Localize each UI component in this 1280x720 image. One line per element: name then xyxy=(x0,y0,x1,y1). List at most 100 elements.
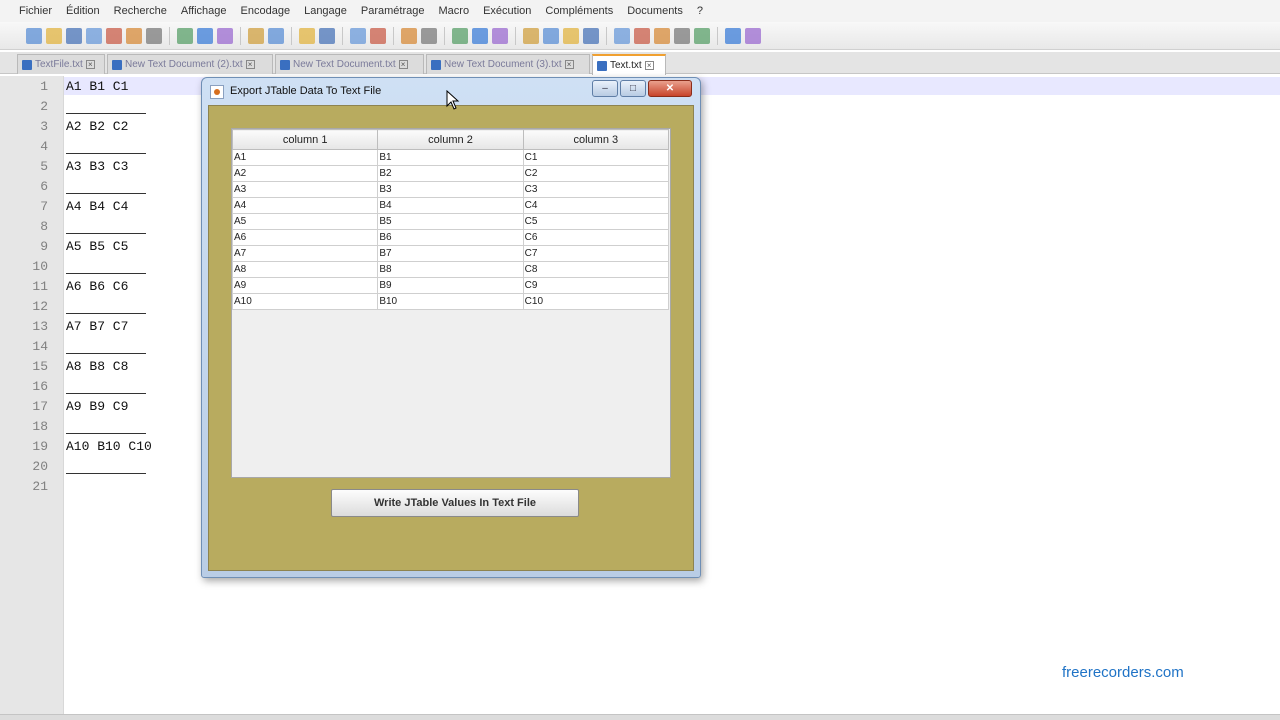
tab-close-icon[interactable]: × xyxy=(85,60,95,69)
table-cell[interactable]: A3 xyxy=(231,181,379,198)
record-macro-icon[interactable] xyxy=(614,27,630,44)
write-values-button[interactable]: Write JTable Values In Text File xyxy=(331,489,579,517)
sync-horizontal-icon[interactable] xyxy=(421,27,437,44)
undo-icon[interactable] xyxy=(248,27,264,44)
find-icon[interactable] xyxy=(299,27,315,44)
menu-item[interactable]: Langage xyxy=(304,5,347,17)
table-row[interactable]: A1 B1 C1 xyxy=(231,149,670,166)
table-row[interactable]: A3 B3 C3 xyxy=(231,181,670,198)
menu-item[interactable]: Macro xyxy=(439,5,470,17)
table-cell[interactable]: C2 xyxy=(522,165,670,182)
jtable-scroll-pane[interactable]: column 1 column 2 column 3 A1 B1 C1 A2 B2 C2 A3 B… xyxy=(231,128,671,478)
table-row[interactable]: A9 B9 C9 xyxy=(231,277,670,294)
column-header[interactable]: column 1 xyxy=(231,129,379,150)
table-cell[interactable]: A10 xyxy=(231,293,379,310)
table-cell[interactable]: B7 xyxy=(377,245,524,262)
word-wrap-icon[interactable] xyxy=(452,27,468,44)
menu-item[interactable]: Paramétrage xyxy=(361,5,425,17)
column-header[interactable]: column 2 xyxy=(377,129,524,150)
table-cell[interactable]: B8 xyxy=(377,261,524,278)
document-tab[interactable]: Text.txt × xyxy=(592,54,666,75)
table-cell[interactable]: B6 xyxy=(377,229,524,246)
data-table[interactable]: column 1 column 2 column 3 A1 B1 C1 A2 B2 C2 A3 B… xyxy=(231,129,670,310)
document-tab[interactable]: New Text Document.txt × xyxy=(275,54,424,74)
table-cell[interactable]: A9 xyxy=(231,277,379,294)
print-icon[interactable] xyxy=(146,27,162,44)
redo-icon[interactable] xyxy=(268,27,284,44)
function-list-icon[interactable] xyxy=(543,27,559,44)
plugin-icon[interactable] xyxy=(745,27,761,44)
table-cell[interactable]: B3 xyxy=(377,181,524,198)
open-file-icon[interactable] xyxy=(46,27,62,44)
table-cell[interactable]: B10 xyxy=(377,293,524,310)
close-all-icon[interactable] xyxy=(126,27,142,44)
paste-icon[interactable] xyxy=(217,27,233,44)
table-cell[interactable]: A1 xyxy=(231,149,379,166)
save-all-icon[interactable] xyxy=(86,27,102,44)
table-row[interactable]: A5 B5 C5 xyxy=(231,213,670,230)
tab-close-icon[interactable]: × xyxy=(564,60,574,69)
table-cell[interactable]: C3 xyxy=(522,181,670,198)
monitoring-icon[interactable] xyxy=(583,27,599,44)
copy-icon[interactable] xyxy=(197,27,213,44)
menu-item[interactable]: Fichier xyxy=(19,5,52,17)
table-row[interactable]: A7 B7 C7 xyxy=(231,245,670,262)
table-row[interactable]: A10 B10 C10 xyxy=(231,293,670,310)
close-button[interactable]: ✕ xyxy=(648,80,692,97)
table-cell[interactable]: A7 xyxy=(231,245,379,262)
menu-item[interactable]: Édition xyxy=(66,5,100,17)
save-icon[interactable] xyxy=(66,27,82,44)
close-icon[interactable] xyxy=(106,27,122,44)
table-cell[interactable]: A6 xyxy=(231,229,379,246)
table-cell[interactable]: C8 xyxy=(522,261,670,278)
indent-guide-icon[interactable] xyxy=(492,27,508,44)
table-cell[interactable]: A5 xyxy=(231,213,379,230)
table-cell[interactable]: A8 xyxy=(231,261,379,278)
tab-close-icon[interactable]: × xyxy=(245,60,255,69)
menu-item[interactable]: Exécution xyxy=(483,5,531,17)
table-cell[interactable]: C10 xyxy=(522,293,670,310)
table-cell[interactable]: B4 xyxy=(377,197,524,214)
menu-item[interactable]: Documents xyxy=(627,5,683,17)
tab-close-icon[interactable]: × xyxy=(644,61,654,70)
table-cell[interactable]: C7 xyxy=(522,245,670,262)
spell-check-icon[interactable] xyxy=(725,27,741,44)
table-cell[interactable]: A4 xyxy=(231,197,379,214)
table-row[interactable]: A2 B2 C2 xyxy=(231,165,670,182)
document-tab[interactable]: TextFile.txt × xyxy=(17,54,105,74)
table-cell[interactable]: A2 xyxy=(231,165,379,182)
doc-map-icon[interactable] xyxy=(523,27,539,44)
table-row[interactable]: A6 B6 C6 xyxy=(231,229,670,246)
table-row[interactable]: A8 B8 C8 xyxy=(231,261,670,278)
zoom-out-icon[interactable] xyxy=(370,27,386,44)
minimize-button[interactable]: – xyxy=(592,80,618,97)
save-macro-icon[interactable] xyxy=(694,27,710,44)
maximize-button[interactable]: □ xyxy=(620,80,646,97)
table-cell[interactable]: C6 xyxy=(522,229,670,246)
table-cell[interactable]: C9 xyxy=(522,277,670,294)
menu-item[interactable]: ? xyxy=(697,5,703,17)
table-cell[interactable]: C1 xyxy=(522,149,670,166)
folder-workspace-icon[interactable] xyxy=(563,27,579,44)
run-macro-multiple-icon[interactable] xyxy=(674,27,690,44)
table-cell[interactable]: B9 xyxy=(377,277,524,294)
show-all-chars-icon[interactable] xyxy=(472,27,488,44)
menu-item[interactable]: Compléments xyxy=(545,5,613,17)
table-cell[interactable]: B5 xyxy=(377,213,524,230)
table-row[interactable]: A4 B4 C4 xyxy=(231,197,670,214)
menu-item[interactable]: Encodage xyxy=(241,5,291,17)
tab-close-icon[interactable]: × xyxy=(398,60,408,69)
column-header[interactable]: column 3 xyxy=(522,129,670,150)
stop-macro-icon[interactable] xyxy=(634,27,650,44)
zoom-in-icon[interactable] xyxy=(350,27,366,44)
menu-item[interactable]: Affichage xyxy=(181,5,227,17)
table-cell[interactable]: C4 xyxy=(522,197,670,214)
table-cell[interactable]: B1 xyxy=(377,149,524,166)
cut-icon[interactable] xyxy=(177,27,193,44)
new-file-icon[interactable] xyxy=(26,27,42,44)
sync-vertical-icon[interactable] xyxy=(401,27,417,44)
document-tab[interactable]: New Text Document (3).txt × xyxy=(426,54,590,74)
table-cell[interactable]: C5 xyxy=(522,213,670,230)
document-tab[interactable]: New Text Document (2).txt × xyxy=(107,54,273,74)
table-cell[interactable]: B2 xyxy=(377,165,524,182)
